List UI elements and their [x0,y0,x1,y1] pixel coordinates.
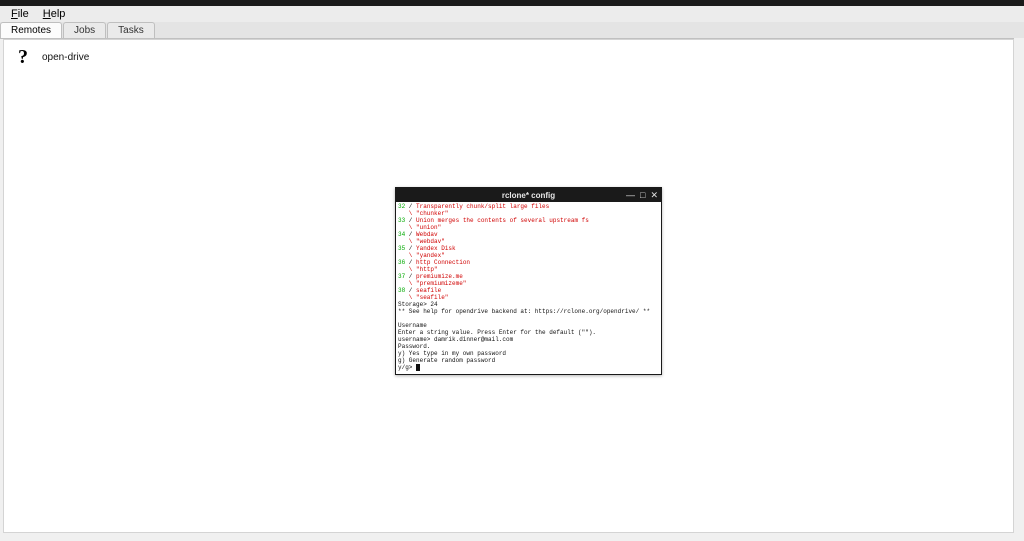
minimize-icon[interactable]: — [626,191,635,200]
tabbar: Remotes Jobs Tasks [0,22,1024,39]
menu-help[interactable]: Help [36,7,73,21]
close-icon[interactable]: ✕ [650,191,658,200]
remote-item-open-drive[interactable]: ? open-drive [12,46,89,68]
tab-remotes[interactable]: Remotes [0,22,62,38]
question-icon: ? [12,46,34,68]
menu-file[interactable]: File [4,7,36,21]
maximize-icon[interactable]: □ [640,191,645,200]
tab-tasks[interactable]: Tasks [107,22,155,38]
terminal-titlebar[interactable]: rclone* config — □ ✕ [396,188,661,202]
terminal-body[interactable]: 32 / Transparently chunk/split large fil… [396,202,661,374]
tab-jobs[interactable]: Jobs [63,22,106,38]
scrollbar[interactable] [1014,38,1024,533]
menubar: File Help [0,6,1024,23]
terminal-title: rclone* config [396,191,661,200]
terminal-window: rclone* config — □ ✕ 32 / Transparently … [395,187,662,375]
cursor-icon [416,364,420,371]
remote-item-label: open-drive [42,52,89,63]
